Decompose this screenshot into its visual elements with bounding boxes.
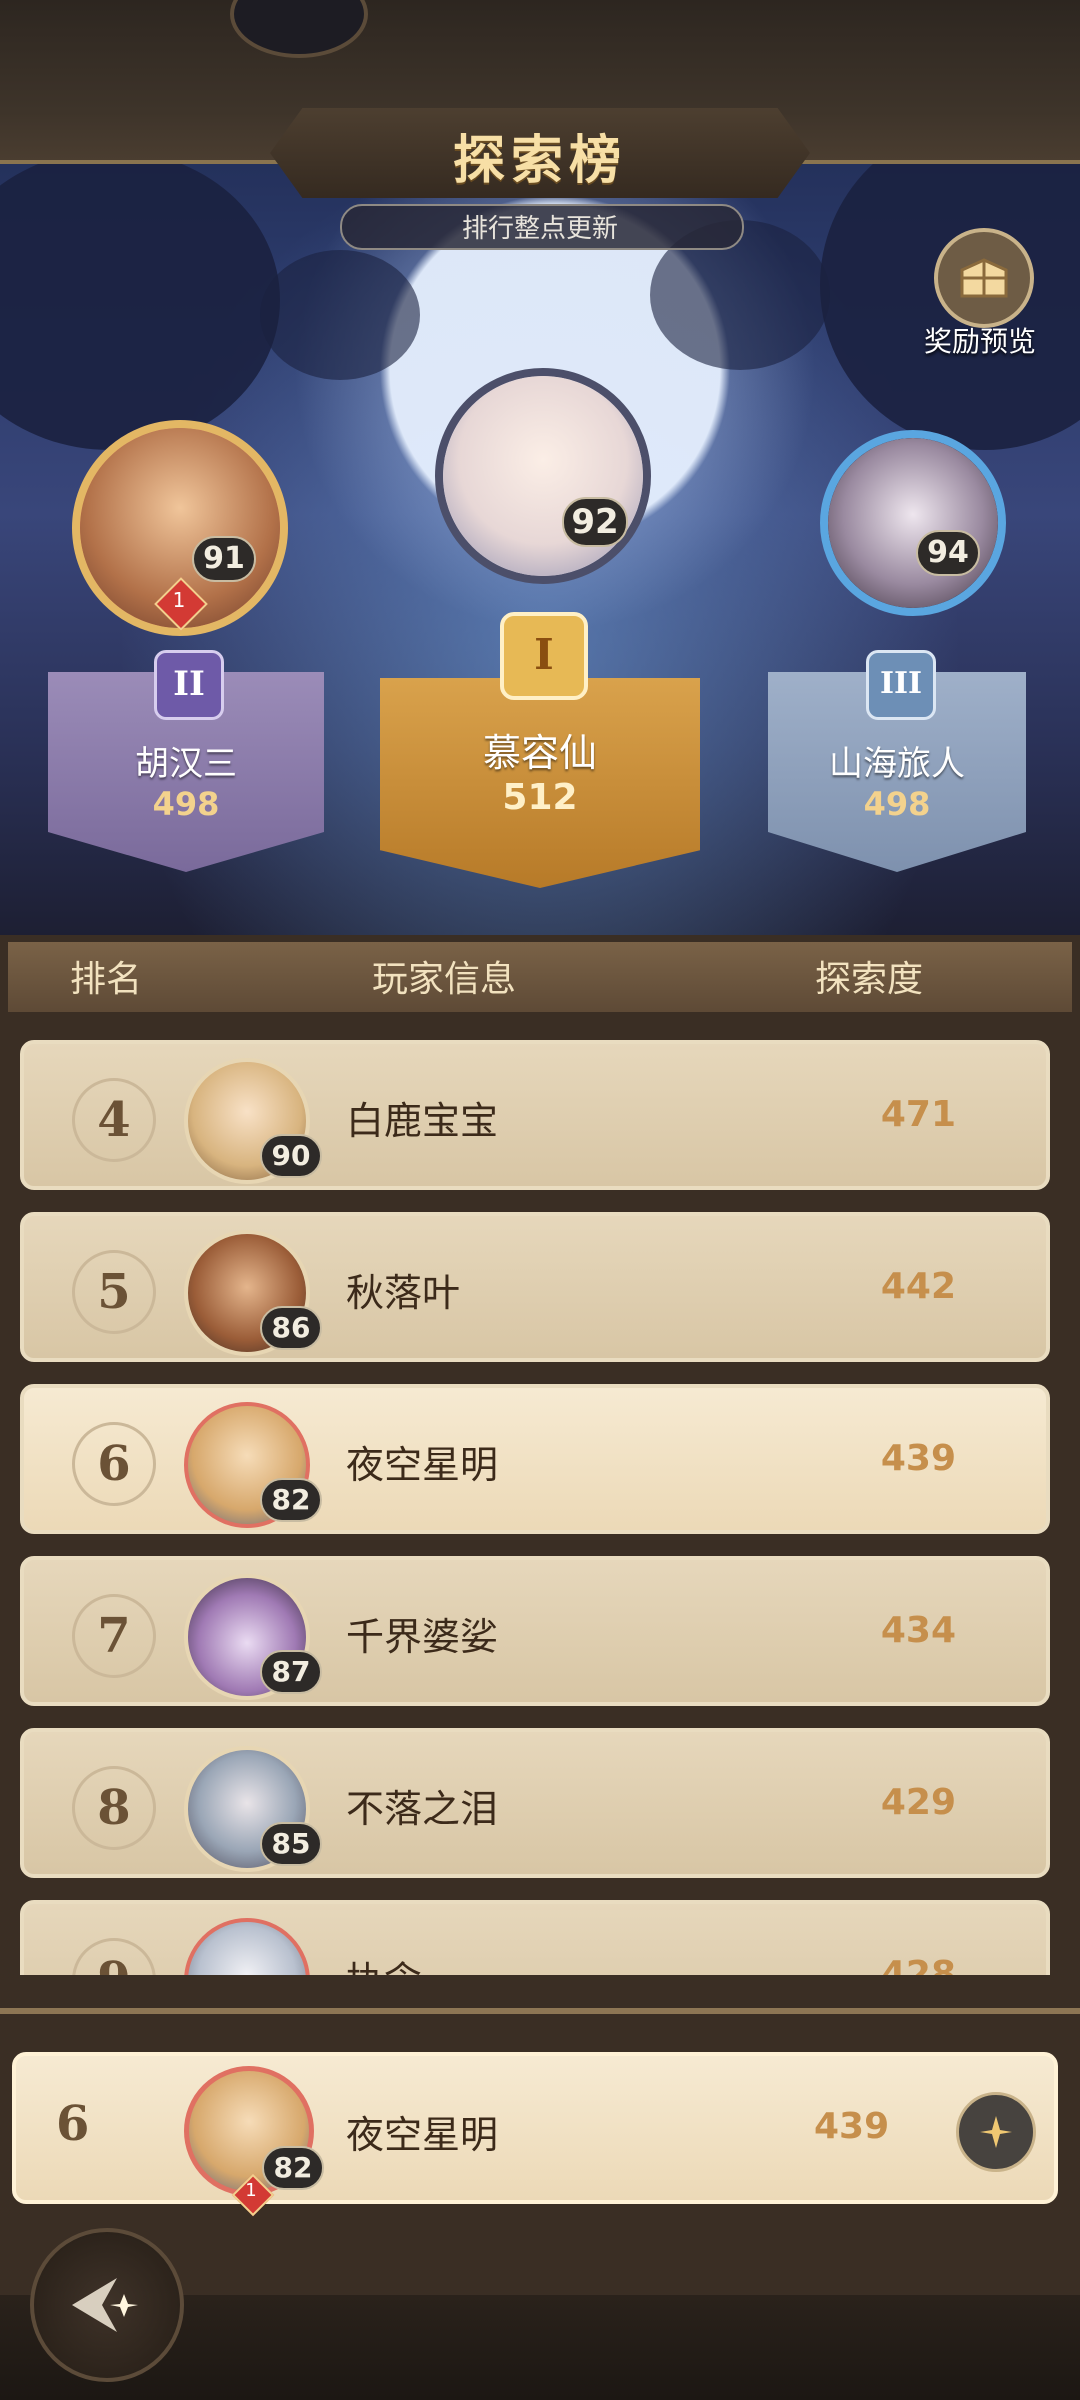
rank2-info: 胡汉三 498 (48, 736, 324, 823)
rank1-score: 512 (502, 777, 578, 818)
explore-score: 439 (880, 1438, 956, 1479)
col-rank: 排名 (70, 959, 143, 1000)
page-title: 探索榜 (452, 130, 627, 191)
explore-score: 428 (880, 1954, 956, 1975)
back-button[interactable] (30, 2228, 184, 2382)
explore-score: 429 (880, 1782, 956, 1823)
level-badge: 90 (260, 1134, 322, 1178)
locate-button[interactable] (956, 2092, 1036, 2172)
rank2-score: 498 (152, 785, 220, 823)
rank3-score: 498 (863, 785, 931, 823)
rank2-name: 胡汉三 (135, 744, 237, 784)
rank-number: 6 (72, 1422, 156, 1506)
divider (0, 2008, 1080, 2014)
rank2-tag-label: 1 (172, 588, 186, 612)
rank2-emblem: II (154, 650, 224, 720)
update-hint: 排行整点更新 (461, 214, 618, 244)
my-level: 82 (262, 2146, 324, 2190)
reward-preview-button[interactable] (934, 228, 1034, 328)
rank-number: 8 (72, 1766, 156, 1850)
rank-number: 5 (72, 1250, 156, 1334)
level-badge: 82 (260, 1478, 322, 1522)
level-badge: 87 (260, 1650, 322, 1694)
back-arrow-icon (72, 2278, 138, 2332)
gift-icon (960, 258, 1008, 298)
avatar[interactable] (184, 1918, 310, 1975)
my-rank-row[interactable]: 6 82 1 夜空星明 439 (12, 2052, 1058, 2217)
player-name: 千界婆娑 (346, 1615, 499, 1659)
col-player: 玩家信息 (372, 959, 517, 1000)
col-explore: 探索度 (815, 959, 924, 1000)
player-name: 执念 (346, 1950, 422, 1975)
table-row-self[interactable]: 6 82 夜空星明 439 (20, 1384, 1050, 1534)
rank1-avatar[interactable] (435, 368, 651, 584)
my-tag-label: 1 (245, 2180, 257, 2201)
rank3-emblem: III (866, 650, 936, 720)
my-name: 夜空星明 (346, 2113, 499, 2157)
my-score: 439 (814, 2106, 890, 2147)
rank2-level: 91 (192, 536, 256, 582)
rank1-info: 慕容仙 512 (380, 722, 700, 818)
player-name: 夜空星明 (346, 1443, 499, 1487)
rank-number: 4 (72, 1078, 156, 1162)
rank3-name: 山海旅人 (829, 744, 965, 784)
compass-arrow-icon (980, 2116, 1012, 2148)
table-row[interactable]: 4 90 白鹿宝宝 471 (20, 1040, 1050, 1190)
rank1-emblem: I (500, 612, 588, 700)
player-name: 秋落叶 (346, 1271, 461, 1315)
rank1-name: 慕容仙 (482, 731, 597, 775)
rank3-avatar[interactable] (820, 430, 1006, 616)
rank-number: 7 (72, 1594, 156, 1678)
level-badge: 85 (260, 1822, 322, 1866)
table-row[interactable]: 8 85 不落之泪 429 (20, 1728, 1050, 1878)
rank-number: 9 (72, 1938, 156, 1975)
table-row[interactable]: 9 执念 428 (20, 1900, 1050, 1975)
my-rank-number: 6 (56, 2096, 90, 2152)
table-row[interactable]: 7 87 千界婆娑 434 (20, 1556, 1050, 1706)
table-row[interactable]: 5 86 秋落叶 442 (20, 1212, 1050, 1362)
explore-score: 442 (880, 1266, 956, 1307)
ranking-list[interactable]: 4 90 白鹿宝宝 471 5 86 秋落叶 442 6 82 夜空星明 439… (0, 1040, 1080, 1975)
rank3-info: 山海旅人 498 (768, 736, 1026, 823)
player-name: 白鹿宝宝 (346, 1099, 499, 1143)
explore-score: 471 (880, 1094, 956, 1135)
rank3-level: 94 (916, 530, 980, 576)
player-name: 不落之泪 (346, 1787, 499, 1831)
reward-preview-label: 奖励预览 (923, 325, 1036, 358)
rank1-level: 92 (562, 497, 628, 547)
explore-score: 434 (880, 1610, 956, 1651)
level-badge: 86 (260, 1306, 322, 1350)
